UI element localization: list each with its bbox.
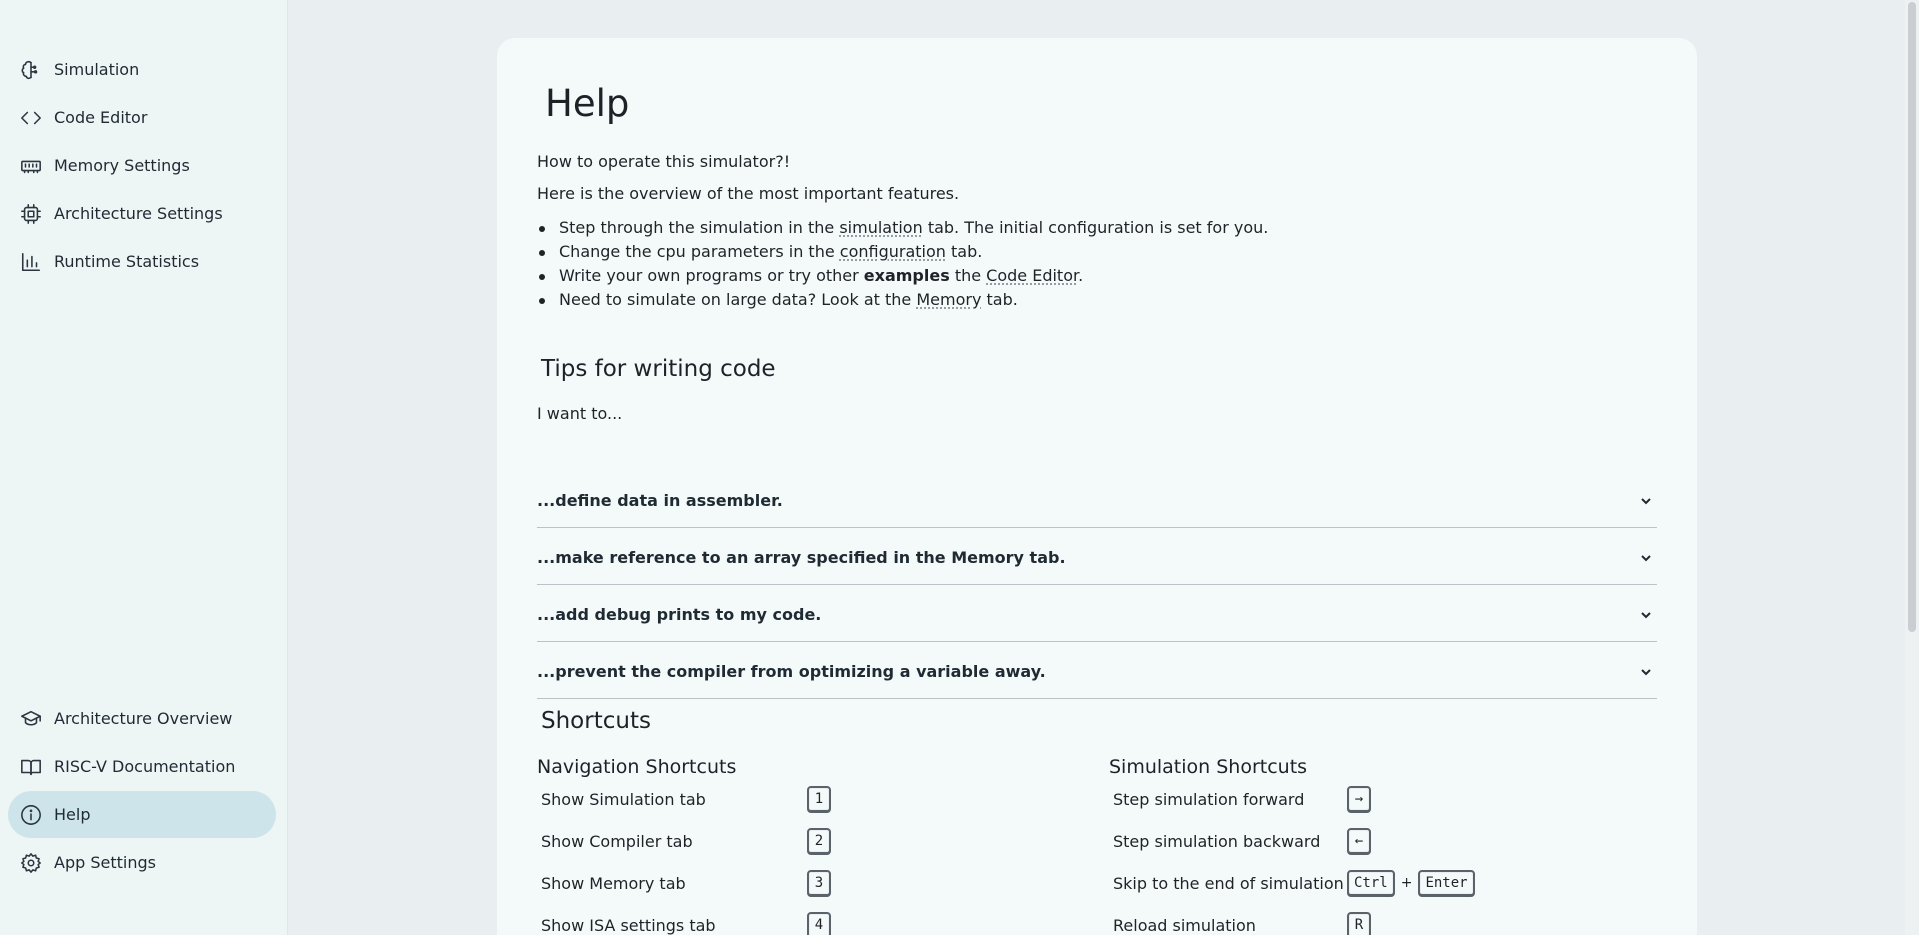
sidebar-item-app-settings[interactable]: App Settings [8,839,276,886]
shortcut-key: R [1347,912,1371,935]
feature-bold: examples [864,266,950,285]
sidebar-item-label: Architecture Settings [54,204,223,223]
tip-label: ...define data in assembler. [537,491,783,510]
configuration-link[interactable]: configuration [840,242,946,261]
shortcut-row: Step simulation forward → [1113,784,1371,814]
sidebar-item-label: Simulation [54,60,139,79]
feature-text: tab. The initial configuration is set fo… [923,218,1269,237]
scrollbar-thumb[interactable] [1908,2,1916,632]
shortcut-row: Skip to the end of simulation Ctrl + Ent… [1113,868,1475,898]
shortcut-key: 4 [807,912,831,935]
sidebar-item-simulation[interactable]: Simulation [8,46,276,93]
tip-array-reference[interactable]: ...make reference to an array specified … [537,528,1657,585]
feature-list: Step through the simulation in the simul… [537,216,1268,312]
code-icon [20,107,42,129]
shortcut-key: 3 [807,870,831,896]
sidebar-item-label: Runtime Statistics [54,252,199,271]
shortcut-key: 2 [807,828,831,854]
main-content: Help How to operate this simulator?! Her… [289,0,1919,935]
shortcut-label: Show Compiler tab [541,832,807,851]
tips-heading: Tips for writing code [541,356,776,382]
feature-text: Write your own programs or try other [559,266,864,285]
navigation-shortcuts-heading: Navigation Shortcuts [537,756,736,778]
sidebar-item-label: Code Editor [54,108,147,127]
cpu-icon [20,203,42,225]
shortcut-key: Ctrl [1347,870,1395,896]
feature-text: tab. [981,290,1017,309]
bar-chart-icon [20,251,42,273]
memory-link[interactable]: Memory [916,290,981,309]
shortcut-row: Show ISA settings tab 4 [541,910,831,935]
sidebar-item-runtime-statistics[interactable]: Runtime Statistics [8,238,276,285]
simulation-link[interactable]: simulation [839,218,922,237]
intro-question: How to operate this simulator?! [537,152,790,171]
tips-intro: I want to... [537,404,622,423]
sidebar-item-label: Help [54,805,90,824]
sidebar-item-architecture-settings[interactable]: Architecture Settings [8,190,276,237]
help-card: Help How to operate this simulator?! Her… [497,38,1697,935]
shortcuts-heading: Shortcuts [541,708,651,734]
sidebar-item-riscv-documentation[interactable]: RISC-V Documentation [8,743,276,790]
feature-text: Step through the simulation in the [559,218,839,237]
plus-sign: + [1401,875,1413,891]
feature-text: Need to simulate on large data? Look at … [559,290,916,309]
graduation-cap-icon [20,708,42,730]
tip-label: ...prevent the compiler from optimizing … [537,662,1046,681]
shortcut-row: Show Compiler tab 2 [541,826,831,856]
chevron-down-icon [1639,607,1653,621]
shortcut-label: Show ISA settings tab [541,916,807,935]
sidebar-item-label: Architecture Overview [54,709,232,728]
sidebar-item-architecture-overview[interactable]: Architecture Overview [8,695,276,742]
code-editor-link[interactable]: Code Editor [986,266,1078,285]
tip-define-data[interactable]: ...define data in assembler. [537,471,1657,528]
shortcut-key: ← [1347,828,1371,854]
tip-prevent-optimization[interactable]: ...prevent the compiler from optimizing … [537,642,1657,699]
shortcut-label: Step simulation forward [1113,790,1347,809]
feature-text: tab. [946,242,982,261]
shortcut-label: Show Simulation tab [541,790,807,809]
intro-overview: Here is the overview of the most importa… [537,184,959,203]
page-title: Help [545,82,629,125]
sidebar-item-label: RISC-V Documentation [54,757,235,776]
chevron-down-icon [1639,664,1653,678]
scrollbar[interactable] [1905,0,1919,935]
shortcut-label: Skip to the end of simulation [1113,874,1347,893]
chevron-down-icon [1639,493,1653,507]
sidebar-item-label: App Settings [54,853,156,872]
list-item: Step through the simulation in the simul… [537,216,1268,240]
book-icon [20,756,42,778]
shortcut-label: Reload simulation [1113,916,1347,935]
tips-accordion: ...define data in assembler. ...make ref… [537,471,1657,699]
list-item: Need to simulate on large data? Look at … [537,288,1268,312]
chevron-down-icon [1639,550,1653,564]
sidebar-item-code-editor[interactable]: Code Editor [8,94,276,141]
brain-icon [20,59,42,81]
shortcut-row: Reload simulation R [1113,910,1371,935]
feature-text: the [950,266,986,285]
feature-text: Change the cpu parameters in the [559,242,840,261]
tip-debug-prints[interactable]: ...add debug prints to my code. [537,585,1657,642]
sidebar-item-memory-settings[interactable]: Memory Settings [8,142,276,189]
shortcut-label: Show Memory tab [541,874,807,893]
shortcut-key: Enter [1418,870,1474,896]
sidebar: Simulation Code Editor Memory Settings A… [0,0,288,935]
gear-icon [20,852,42,874]
sidebar-item-label: Memory Settings [54,156,190,175]
shortcut-key: → [1347,786,1371,812]
simulation-shortcuts-heading: Simulation Shortcuts [1109,756,1307,778]
tip-label: ...add debug prints to my code. [537,605,821,624]
list-item: Write your own programs or try other exa… [537,264,1268,288]
list-item: Change the cpu parameters in the configu… [537,240,1268,264]
shortcut-label: Step simulation backward [1113,832,1347,851]
tip-label: ...make reference to an array specified … [537,548,1066,567]
shortcut-row: Show Simulation tab 1 [541,784,831,814]
memory-icon [20,155,42,177]
sidebar-item-help[interactable]: Help [8,791,276,838]
shortcut-key: 1 [807,786,831,812]
shortcut-row: Show Memory tab 3 [541,868,831,898]
feature-text: . [1078,266,1083,285]
shortcut-row: Step simulation backward ← [1113,826,1371,856]
info-icon [20,804,42,826]
